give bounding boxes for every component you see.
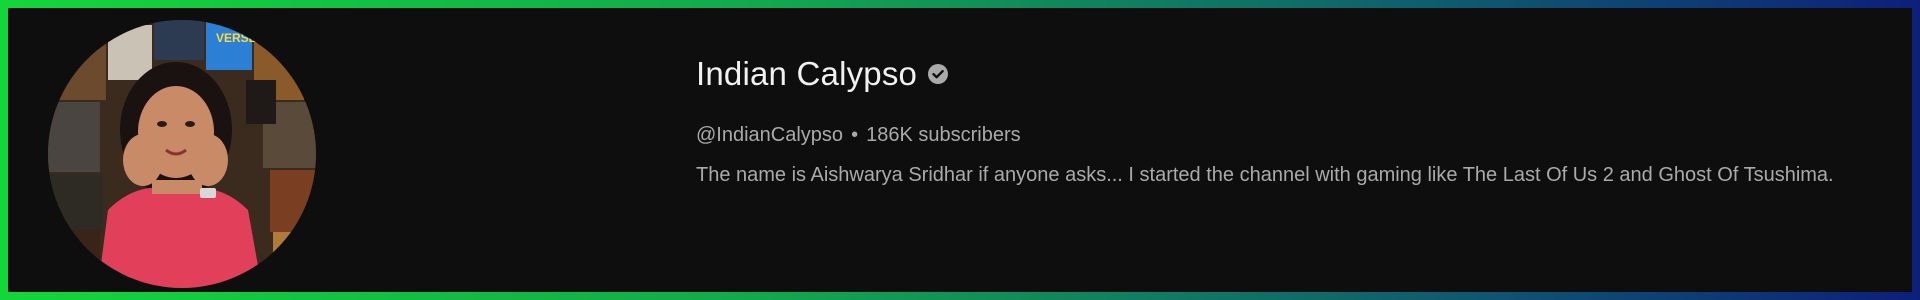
channel-meta: @IndianCalypso • 186K subscribers (696, 124, 1896, 147)
meta-separator: • (851, 124, 859, 146)
channel-handle: @IndianCalypso (696, 124, 844, 146)
channel-description[interactable]: The name is Aishwarya Sridhar if anyone … (696, 159, 1876, 191)
channel-info: Indian Calypso @IndianCalypso • 186K sub… (696, 50, 1896, 191)
channel-name[interactable]: Indian Calypso (696, 55, 917, 93)
channel-name-row: Indian Calypso (696, 50, 1896, 98)
poster-text: VERSE (216, 31, 257, 45)
subscriber-count: 186K subscribers (866, 124, 1021, 146)
channel-avatar[interactable]: VERSE (48, 20, 316, 288)
channel-header: VERSE Indian Calypso @IndianCalypso • 18… (8, 8, 1912, 292)
verified-check-icon (927, 63, 949, 85)
